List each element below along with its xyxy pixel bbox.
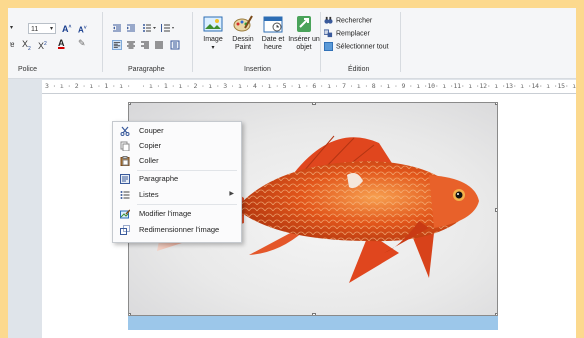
insert-image-button[interactable]: Image ▾ xyxy=(198,14,228,52)
menu-item-label: Redimensionner l'image xyxy=(139,225,220,234)
font-size-box[interactable]: 11 ▾ xyxy=(28,23,56,34)
insert-datetime-button[interactable]: Date et heure xyxy=(258,14,288,52)
paint-icon xyxy=(233,15,253,32)
align-left-icon[interactable] xyxy=(112,40,122,50)
menu-item-paste[interactable]: Coller xyxy=(113,154,241,168)
superscript-icon[interactable]: X2 xyxy=(38,39,52,51)
resize-image-icon xyxy=(120,225,130,235)
replace-button[interactable]: Remplacer xyxy=(324,29,370,38)
select-all-label: Sélectionner tout xyxy=(336,43,389,51)
replace-icon xyxy=(324,29,333,38)
menu-item-label: Listes xyxy=(139,190,159,199)
paragraph-settings-icon[interactable] xyxy=(170,40,180,50)
list-icon xyxy=(120,191,130,199)
grow-font-icon[interactable]: A˄ xyxy=(62,22,76,34)
paste-icon xyxy=(120,156,130,166)
font-group-label: Police xyxy=(18,66,38,73)
insert-image-label: Image xyxy=(203,36,223,43)
subscript-icon[interactable]: X2 xyxy=(22,39,36,52)
resize-handle[interactable] xyxy=(129,103,131,105)
menu-item-edit-image[interactable]: Modifier l'image xyxy=(113,207,241,221)
replace-label: Remplacer xyxy=(336,30,370,38)
font-name-dropdown-arrow[interactable]: ▾ xyxy=(10,23,16,33)
ribbon-separator xyxy=(102,12,103,72)
resize-handle[interactable] xyxy=(495,208,497,212)
menu-item-label: Coller xyxy=(139,156,159,165)
object-icon xyxy=(297,16,311,32)
menu-item-lists[interactable]: Listes ▶ xyxy=(113,188,241,202)
find-button[interactable]: Rechercher xyxy=(324,16,372,25)
binoculars-icon xyxy=(324,16,333,24)
find-label: Rechercher xyxy=(336,17,373,25)
justify-icon[interactable] xyxy=(154,40,164,50)
copy-icon xyxy=(120,141,130,151)
font-size-value: 11 xyxy=(31,26,39,33)
insert-object-button[interactable]: Insérer un objet xyxy=(288,14,320,52)
edit-group-label: Édition xyxy=(348,66,370,73)
menu-item-label: Couper xyxy=(139,126,164,135)
paragraph-icon xyxy=(120,174,130,184)
highlight-icon[interactable]: ✎ xyxy=(78,38,92,48)
paragraph-group-label: Paragraphe xyxy=(128,66,165,73)
decrease-indent-icon[interactable] xyxy=(112,23,122,33)
insert-group-label: Insertion xyxy=(244,66,271,73)
select-all-button[interactable]: Sélectionner tout xyxy=(324,42,389,51)
menu-item-paragraph[interactable]: Paragraphe xyxy=(113,172,241,186)
shrink-font-icon[interactable]: A˅ xyxy=(78,23,90,35)
wordpad-window: ▾ 11 ▾ A˄ A˅ ɐ X2 X2 A ✎ Police Paragrap… xyxy=(8,8,576,338)
menu-item-label: Modifier l'image xyxy=(139,209,192,218)
ribbon-separator xyxy=(400,12,401,72)
strikethrough-icon[interactable]: ɐ xyxy=(10,40,20,50)
align-center-icon[interactable] xyxy=(126,40,136,50)
insert-paint-button[interactable]: Dessin Paint xyxy=(228,14,258,52)
resize-handle[interactable] xyxy=(495,103,497,105)
scissors-icon xyxy=(120,126,130,136)
select-all-icon xyxy=(324,42,333,51)
align-right-icon[interactable] xyxy=(140,40,150,50)
edit-image-icon xyxy=(120,209,130,219)
horizontal-ruler[interactable]: 3 · ı · 2 · ı · 1 · ı · · ı · 1 · ı · 2 … xyxy=(42,80,576,94)
resize-handle[interactable] xyxy=(312,103,316,105)
ribbon-separator xyxy=(320,12,321,72)
bullets-icon[interactable] xyxy=(142,23,156,33)
calendar-icon xyxy=(263,16,283,33)
ruler-scale: 3 · ı · 2 · ı · 1 · ı · · ı · 1 · ı · 2 … xyxy=(45,82,576,90)
menu-item-cut[interactable]: Couper xyxy=(113,124,241,138)
submenu-arrow-icon: ▶ xyxy=(229,191,234,197)
ribbon-separator xyxy=(192,12,193,72)
image-icon xyxy=(203,16,223,32)
menu-separator xyxy=(137,204,237,205)
menu-item-label: Copier xyxy=(139,141,162,150)
ribbon: ▾ 11 ▾ A˄ A˅ ɐ X2 X2 A ✎ Police Paragrap… xyxy=(8,8,576,79)
menu-item-resize-image[interactable]: Redimensionner l'image xyxy=(113,223,241,237)
increase-indent-icon[interactable] xyxy=(126,23,136,33)
chevron-down-icon: ▾ xyxy=(49,26,53,32)
line-spacing-icon[interactable] xyxy=(160,23,174,33)
left-margin-area xyxy=(8,94,42,338)
insert-paint-label: Dessin Paint xyxy=(232,36,254,51)
text-color-icon[interactable]: A xyxy=(58,38,72,48)
menu-item-label: Paragraphe xyxy=(139,174,179,183)
context-menu: Couper Copier Coller Paragraphe Listes ▶… xyxy=(112,121,242,243)
text-selection-highlight xyxy=(128,316,498,330)
insert-datetime-label: Date et heure xyxy=(261,36,285,51)
insert-object-label: Insérer un objet xyxy=(288,36,320,51)
menu-separator xyxy=(137,170,237,171)
menu-item-copy[interactable]: Copier xyxy=(113,139,241,153)
